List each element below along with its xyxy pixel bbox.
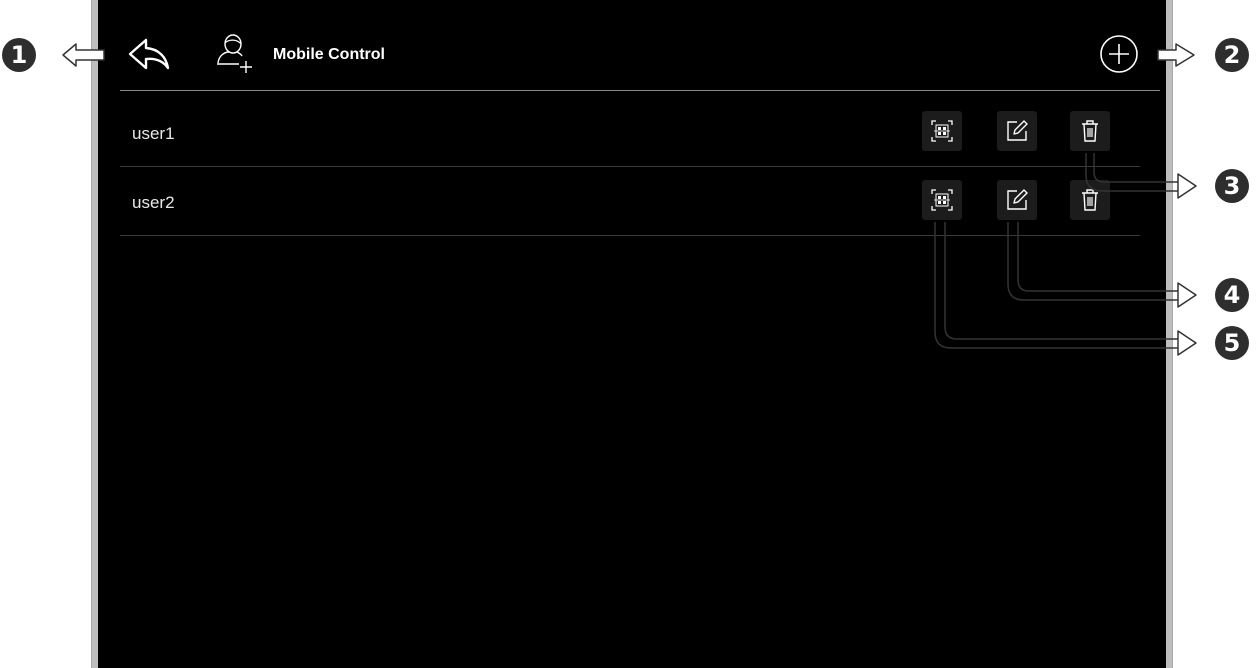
callout-leader-5 (934, 222, 1178, 349)
callout-2: 2 (1215, 38, 1249, 72)
callout-3: 3 (1215, 169, 1249, 203)
callout-1: 1 (2, 38, 36, 72)
callout-arrowhead-5 (1177, 330, 1197, 356)
callout-leader-4 (1007, 222, 1178, 301)
callout-arrows (62, 43, 1197, 356)
callout-4: 4 (1215, 278, 1249, 312)
callout-arrowhead-3 (1177, 173, 1197, 199)
callout-arrowhead-4 (1177, 282, 1197, 308)
callout-arrow-2 (1157, 43, 1195, 67)
callout-leader-3 (1085, 153, 1178, 192)
callout-5: 5 (1215, 326, 1249, 360)
callout-arrow-1 (62, 43, 105, 67)
